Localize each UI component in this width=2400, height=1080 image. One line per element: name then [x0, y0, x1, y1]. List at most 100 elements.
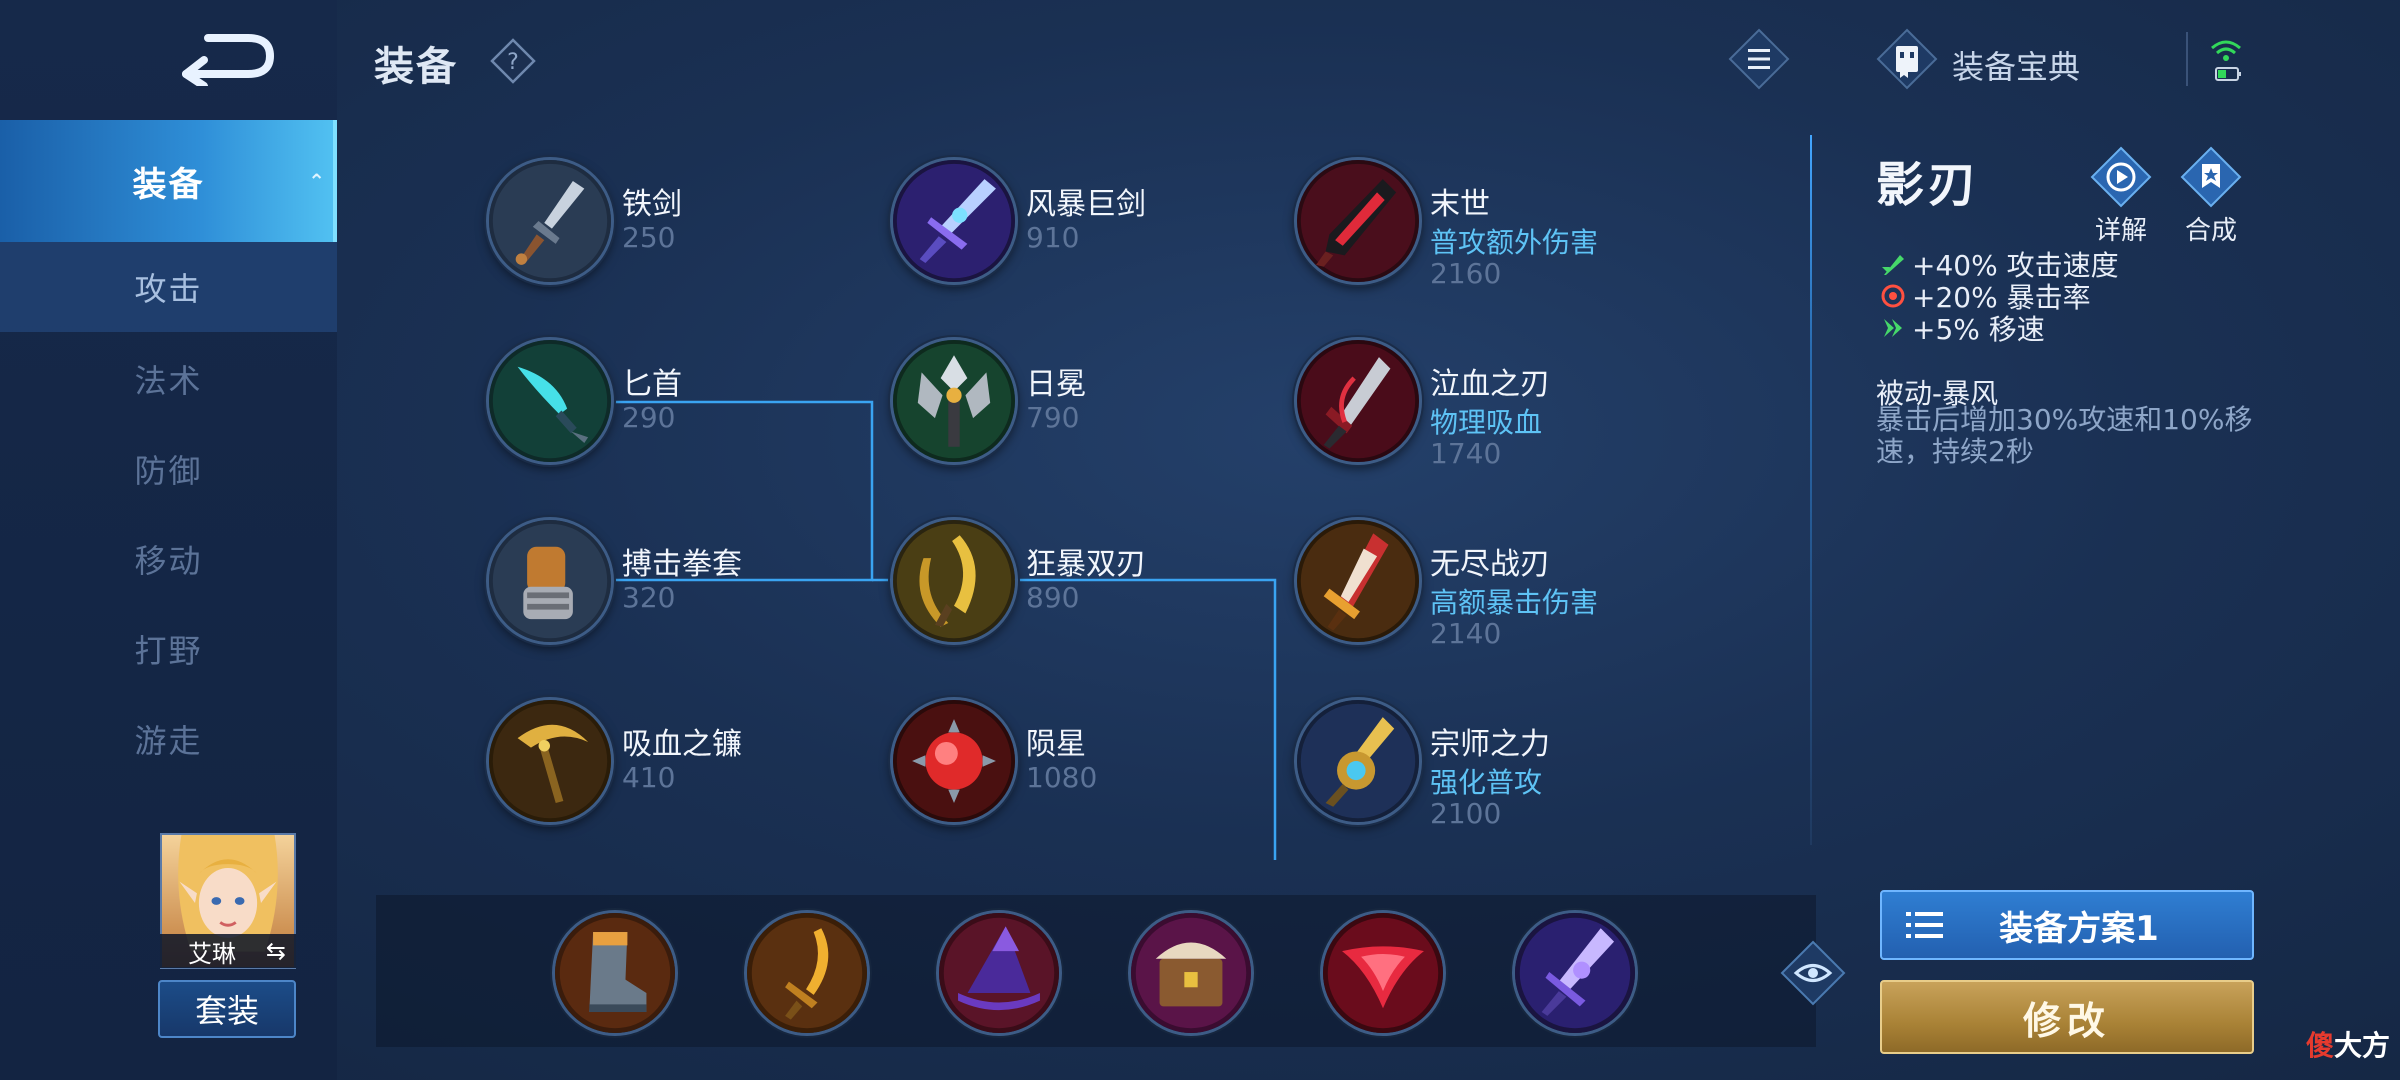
page-title: 装备: [374, 44, 458, 90]
swap-icon: ⇆: [265, 937, 286, 965]
item-price: 910: [1026, 221, 1080, 254]
codex-book-icon[interactable]: [1876, 28, 1938, 90]
tab-defense[interactable]: 防御: [0, 424, 337, 514]
item-desc: 强化普攻: [1430, 766, 1543, 799]
tab-magic[interactable]: 法术: [0, 334, 337, 424]
tab-label: 法术: [134, 362, 203, 400]
item-name: 无尽战刃: [1430, 547, 1550, 582]
item-grandmasters-might[interactable]: 宗师之力 强化普攻 2100: [1294, 697, 1674, 837]
compose-button[interactable]: 合成: [2176, 146, 2246, 247]
build-plan-button[interactable]: 装备方案1: [1880, 890, 2254, 960]
item-iron-sword[interactable]: 铁剑 250: [486, 157, 866, 297]
move-speed-icon: [1884, 319, 1902, 337]
list-menu-icon[interactable]: [1728, 28, 1790, 90]
selected-item-name: 影刃: [1876, 157, 1981, 213]
play-circle-icon: [2090, 146, 2152, 208]
shadow-blade-icon: [1515, 913, 1635, 1033]
storm-greatsword-icon: [890, 157, 1018, 285]
compose-star-icon: [2180, 146, 2242, 208]
attack-speed-icon: [1882, 255, 1904, 275]
treasure-box-icon: [1131, 913, 1251, 1033]
build-slot-1[interactable]: [552, 910, 678, 1036]
wizard-hat-icon: [939, 913, 1059, 1033]
build-slot-6[interactable]: [1512, 910, 1638, 1036]
item-berserk-twinblades[interactable]: 狂暴双刃 890: [890, 517, 1270, 657]
detail-label: 详解: [2094, 216, 2147, 246]
item-price: 2100: [1430, 797, 1502, 830]
corona-icon: [890, 337, 1018, 465]
item-name: 风暴巨剑: [1026, 187, 1146, 222]
divider: [2186, 32, 2188, 86]
item-desc: 高额暴击伤害: [1430, 586, 1599, 619]
item-dagger[interactable]: 匕首 290: [486, 337, 866, 477]
build-slot-5[interactable]: [1320, 910, 1446, 1036]
chevron-up-icon: ⌃: [308, 169, 327, 193]
tab-label: 装备: [132, 164, 205, 205]
build-plan-label: 装备方案1: [1999, 908, 2159, 949]
crimson-claw-icon: [1323, 913, 1443, 1033]
eye-icon[interactable]: [1780, 940, 1846, 1006]
back-arrow-icon[interactable]: [178, 30, 278, 86]
iron-sword-icon: [486, 157, 614, 285]
item-name: 狂暴双刃: [1026, 547, 1146, 582]
question-icon[interactable]: ?: [490, 38, 536, 84]
item-price: 890: [1026, 581, 1080, 614]
item-desc: 物理吸血: [1430, 406, 1543, 439]
item-vampiric-scythe[interactable]: 吸血之镰 410: [486, 697, 866, 837]
infinity-edge-icon: [1294, 517, 1422, 645]
tab-movement[interactable]: 移动: [0, 514, 337, 604]
item-price: 1080: [1026, 761, 1098, 794]
item-storm-greatsword[interactable]: 风暴巨剑 910: [890, 157, 1270, 297]
build-slot-3[interactable]: [936, 910, 1062, 1036]
boxing-gloves-icon: [486, 517, 614, 645]
item-bloodweeper[interactable]: 泣血之刃 物理吸血 1740: [1294, 337, 1674, 477]
item-corona[interactable]: 日冕 790: [890, 337, 1270, 477]
stat-text: +5% 移速: [1912, 313, 2045, 346]
tab-attack[interactable]: 攻击: [0, 242, 337, 332]
item-infinity-edge[interactable]: 无尽战刃 高额暴击伤害 2140: [1294, 517, 1674, 657]
item-desc: 普攻额外伤害: [1430, 226, 1599, 259]
build-slot-4[interactable]: [1128, 910, 1254, 1036]
boots-icon: [555, 913, 675, 1033]
svg-text:?: ?: [507, 50, 519, 75]
item-doomsday[interactable]: 末世 普攻额外伤害 2160: [1294, 157, 1674, 297]
tab-label: 打野: [134, 632, 203, 670]
item-name: 陨星: [1026, 727, 1086, 762]
codex-link[interactable]: 装备宝典: [1952, 42, 2080, 88]
bloodweeper-icon: [1294, 337, 1422, 465]
tab-roam[interactable]: 游走: [0, 694, 337, 784]
hero-name: 艾琳: [188, 939, 236, 968]
item-meteor[interactable]: 陨星 1080: [890, 697, 1270, 837]
tab-label: 游走: [134, 722, 203, 760]
panel-divider: [1810, 135, 1812, 845]
compose-label: 合成: [2184, 216, 2237, 246]
item-price: 790: [1026, 401, 1080, 434]
golden-blade-icon: [747, 913, 867, 1033]
hero-name-bar[interactable]: 艾琳 ⇆: [160, 934, 296, 968]
detail-button[interactable]: 详解: [2086, 146, 2156, 247]
crit-target-icon: [1881, 284, 1905, 308]
item-name: 匕首: [622, 367, 682, 402]
tab-label: 攻击: [134, 270, 203, 308]
item-boxing-gloves[interactable]: 搏击拳套 320: [486, 517, 866, 657]
tab-equipment[interactable]: 装备 ⌃: [0, 120, 337, 242]
item-price: 1740: [1430, 437, 1502, 470]
item-name: 宗师之力: [1430, 727, 1550, 762]
item-name: 日冕: [1026, 367, 1086, 402]
doomsday-icon: [1294, 157, 1422, 285]
item-name: 搏击拳套: [622, 547, 742, 582]
edit-build-button[interactable]: 修改: [1880, 980, 2254, 1054]
item-price: 2160: [1430, 257, 1502, 290]
item-price: 320: [622, 581, 676, 614]
item-price: 250: [622, 221, 676, 254]
wifi-icon: [2211, 40, 2241, 81]
suit-button[interactable]: 套装: [158, 980, 296, 1038]
build-slot-2[interactable]: [744, 910, 870, 1036]
item-name: 铁剑: [622, 187, 682, 222]
tab-jungle[interactable]: 打野: [0, 604, 337, 694]
item-name: 泣血之刃: [1430, 367, 1550, 402]
watermark: 傻大方: [2306, 1024, 2390, 1064]
grandmasters-might-icon: [1294, 697, 1422, 825]
item-name: 末世: [1430, 187, 1490, 222]
list-icon: [1906, 912, 1943, 938]
